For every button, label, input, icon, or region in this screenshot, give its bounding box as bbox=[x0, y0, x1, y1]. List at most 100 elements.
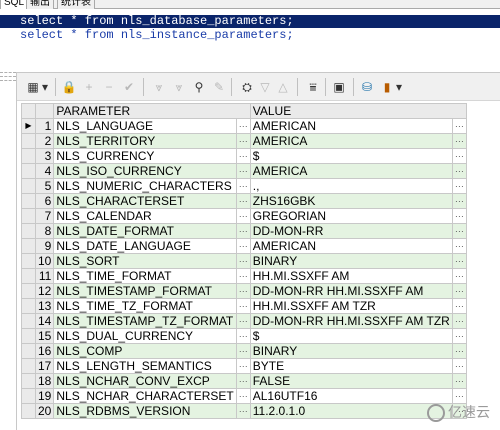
cell-editor-button[interactable]: ··· bbox=[451, 358, 467, 374]
cell-parameter[interactable]: NLS_NCHAR_CONV_EXCP bbox=[53, 373, 237, 389]
table-row[interactable]: 8 NLS_DATE_FORMAT ··· DD-MON-RR ··· bbox=[21, 223, 467, 239]
cell-parameter[interactable]: NLS_LENGTH_SEMANTICS bbox=[53, 358, 237, 374]
cell-parameter[interactable]: NLS_TIME_FORMAT bbox=[53, 268, 237, 284]
cell-editor-button[interactable]: ··· bbox=[451, 238, 467, 254]
cell-editor-button[interactable]: ··· bbox=[451, 118, 467, 134]
cell-editor-button[interactable]: ··· bbox=[235, 328, 251, 344]
cell-editor-button[interactable]: ··· bbox=[451, 208, 467, 224]
cell-editor-button[interactable]: ··· bbox=[451, 223, 467, 239]
table-row[interactable]: 11 NLS_TIME_FORMAT ··· HH.MI.SSXFF AM ··· bbox=[21, 268, 467, 284]
cell-editor-button[interactable]: ··· bbox=[235, 118, 251, 134]
cell-editor-button[interactable]: ··· bbox=[235, 343, 251, 359]
cell-value[interactable]: GREGORIAN bbox=[249, 208, 453, 224]
chevron-down-icon[interactable]: ▾ bbox=[41, 79, 49, 95]
table-row[interactable]: 20 NLS_RDBMS_VERSION ··· 11.2.0.1.0 ··· bbox=[21, 403, 467, 419]
cell-parameter[interactable]: NLS_ISO_CURRENCY bbox=[53, 163, 237, 179]
cell-value[interactable]: AMERICA bbox=[249, 163, 453, 179]
grid-select-icon[interactable]: ▦ bbox=[25, 79, 41, 95]
cell-parameter[interactable]: NLS_TIME_TZ_FORMAT bbox=[53, 298, 237, 314]
cell-editor-button[interactable]: ··· bbox=[235, 238, 251, 254]
table-row[interactable]: 15 NLS_DUAL_CURRENCY ··· $ ··· bbox=[21, 328, 467, 344]
cell-value[interactable]: FALSE bbox=[249, 373, 453, 389]
cell-editor-button[interactable]: ··· bbox=[235, 283, 251, 299]
column-header-parameter[interactable]: PARAMETER bbox=[53, 103, 251, 119]
find-icon[interactable]: ⚲ bbox=[191, 79, 207, 95]
table-row[interactable]: 10 NLS_SORT ··· BINARY ··· bbox=[21, 253, 467, 269]
cell-editor-button[interactable]: ··· bbox=[235, 373, 251, 389]
save-icon[interactable]: ▣ bbox=[331, 79, 347, 95]
table-row[interactable]: 4 NLS_ISO_CURRENCY ··· AMERICA ··· bbox=[21, 163, 467, 179]
cell-parameter[interactable]: NLS_NUMERIC_CHARACTERS bbox=[53, 178, 237, 194]
tab-sql[interactable]: SQL bbox=[0, 0, 29, 9]
cell-parameter[interactable]: NLS_CALENDAR bbox=[53, 208, 237, 224]
splitter-grip[interactable] bbox=[0, 72, 16, 73]
cell-parameter[interactable]: NLS_COMP bbox=[53, 343, 237, 359]
cell-editor-button[interactable]: ··· bbox=[235, 358, 251, 374]
table-row[interactable]: 6 NLS_CHARACTERSET ··· ZHS16GBK ··· bbox=[21, 193, 467, 209]
cell-editor-button[interactable]: ··· bbox=[451, 373, 467, 389]
column-header-value[interactable]: VALUE bbox=[249, 103, 467, 119]
cell-value[interactable]: ., bbox=[249, 178, 453, 194]
table-row[interactable]: 5 NLS_NUMERIC_CHARACTERS ···., ··· bbox=[21, 178, 467, 194]
next-page-icon[interactable]: ▽ bbox=[257, 79, 273, 95]
cell-value[interactable]: AMERICA bbox=[249, 133, 453, 149]
cell-parameter[interactable]: NLS_DUAL_CURRENCY bbox=[53, 328, 237, 344]
table-row[interactable]: 9 NLS_DATE_LANGUAGE ··· AMERICAN ··· bbox=[21, 238, 467, 254]
cell-editor-button[interactable]: ··· bbox=[235, 178, 251, 194]
cell-editor-button[interactable]: ··· bbox=[235, 133, 251, 149]
table-row[interactable]: 18 NLS_NCHAR_CONV_EXCP ··· FALSE ··· bbox=[21, 373, 467, 389]
cell-value[interactable]: DD-MON-RR HH.MI.SSXFF AM TZR bbox=[249, 313, 453, 329]
cell-editor-button[interactable]: ··· bbox=[451, 133, 467, 149]
cell-parameter[interactable]: NLS_TERRITORY bbox=[53, 133, 237, 149]
cell-editor-button[interactable]: ··· bbox=[451, 253, 467, 269]
table-row[interactable]: 13 NLS_TIME_TZ_FORMAT ··· HH.MI.SSXFF AM TZ… bbox=[21, 298, 467, 314]
cell-editor-button[interactable]: ··· bbox=[451, 283, 467, 299]
cell-editor-button[interactable]: ··· bbox=[451, 313, 467, 329]
cell-parameter[interactable]: NLS_CHARACTERSET bbox=[53, 193, 237, 209]
cell-value[interactable]: DD-MON-RR HH.MI.SSXFF AM bbox=[249, 283, 453, 299]
cell-parameter[interactable]: NLS_SORT bbox=[53, 253, 237, 269]
cell-editor-button[interactable]: ··· bbox=[451, 298, 467, 314]
cell-value[interactable]: $ bbox=[249, 148, 453, 164]
splitter-grip[interactable] bbox=[0, 80, 16, 81]
cell-value[interactable]: HH.MI.SSXFF AM bbox=[249, 268, 453, 284]
tab-statistics[interactable]: 统计表 bbox=[57, 0, 95, 9]
cell-parameter[interactable]: NLS_TIMESTAMP_FORMAT bbox=[53, 283, 237, 299]
splitter-grip[interactable] bbox=[0, 76, 16, 77]
cell-value[interactable]: ZHS16GBK bbox=[249, 193, 453, 209]
cell-editor-button[interactable]: ··· bbox=[451, 268, 467, 284]
add-record-icon[interactable]: + bbox=[81, 79, 97, 95]
export-icon[interactable]: ⛭ bbox=[239, 79, 255, 95]
cell-value[interactable]: BINARY bbox=[249, 343, 453, 359]
cell-editor-button[interactable]: ··· bbox=[235, 403, 251, 419]
cell-editor-button[interactable]: ··· bbox=[235, 253, 251, 269]
cell-value[interactable]: BYTE bbox=[249, 358, 453, 374]
tab-output[interactable]: 输出 bbox=[26, 0, 54, 9]
bar-chart-icon[interactable]: ▮ bbox=[379, 79, 395, 95]
delete-record-icon[interactable]: − bbox=[101, 79, 117, 95]
cell-editor-button[interactable]: ··· bbox=[235, 298, 251, 314]
cell-value[interactable]: AMERICAN bbox=[249, 238, 453, 254]
cell-editor-button[interactable]: ··· bbox=[235, 388, 251, 404]
table-row[interactable]: 7 NLS_CALENDAR ··· GREGORIAN ··· bbox=[21, 208, 467, 224]
last-page-icon[interactable]: △ bbox=[275, 79, 291, 95]
cell-parameter[interactable]: NLS_RDBMS_VERSION bbox=[53, 403, 237, 419]
table-row[interactable]: ▶ 1 NLS_LANGUAGE ··· AMERICAN ··· bbox=[21, 118, 467, 134]
cell-editor-button[interactable]: ··· bbox=[235, 148, 251, 164]
cell-editor-button[interactable]: ··· bbox=[451, 193, 467, 209]
table-row[interactable]: 2 NLS_TERRITORY ··· AMERICA ··· bbox=[21, 133, 467, 149]
table-row[interactable]: 14 NLS_TIMESTAMP_TZ_FORMAT ··· DD-MON-RR HH… bbox=[21, 313, 467, 329]
cell-editor-button[interactable]: ··· bbox=[451, 343, 467, 359]
post-record-icon[interactable]: ✔ bbox=[121, 79, 137, 95]
database-icon[interactable]: ⛁ bbox=[359, 79, 375, 95]
filter-icon[interactable]: ⩔ bbox=[151, 79, 167, 95]
cell-editor-button[interactable]: ··· bbox=[451, 148, 467, 164]
clear-icon[interactable]: ✎ bbox=[211, 79, 227, 95]
table-row[interactable]: 12 NLS_TIMESTAMP_FORMAT ··· DD-MON-RR HH.MI… bbox=[21, 283, 467, 299]
cell-parameter[interactable]: NLS_NCHAR_CHARACTERSET bbox=[53, 388, 237, 404]
cell-parameter[interactable]: NLS_LANGUAGE bbox=[53, 118, 237, 134]
cell-value[interactable]: AMERICAN bbox=[249, 118, 453, 134]
table-row[interactable]: 3 NLS_CURRENCY ··· $ ··· bbox=[21, 148, 467, 164]
cell-value[interactable]: BINARY bbox=[249, 253, 453, 269]
clear-filter-icon[interactable]: ⩔ bbox=[171, 79, 187, 95]
